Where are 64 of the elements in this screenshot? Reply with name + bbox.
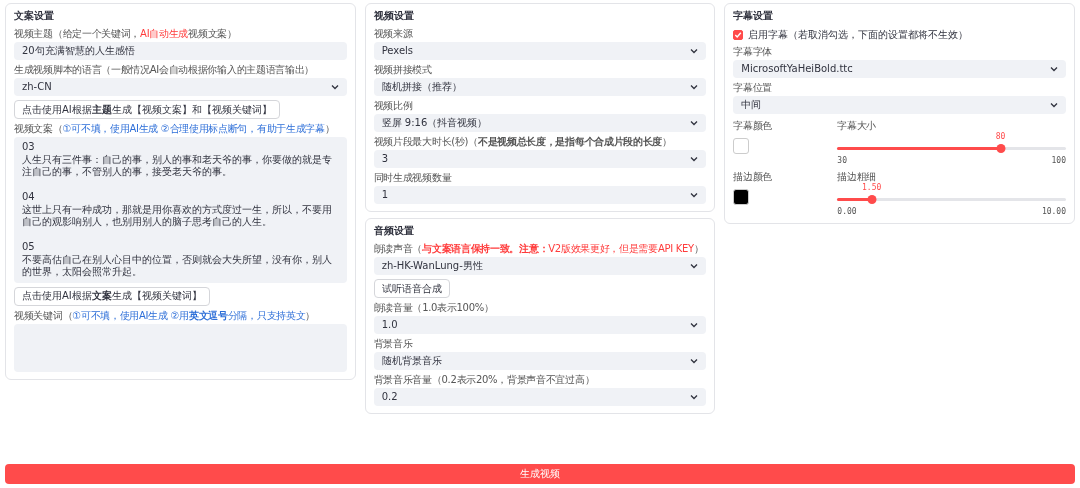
field-label: 背景音乐 (373, 338, 414, 350)
select-field[interactable]: 0.2 (373, 388, 707, 406)
slider-value: 1.50 (862, 183, 882, 192)
slider-thumb[interactable] (996, 144, 1006, 153)
field-label: 字幕颜色 (733, 120, 774, 132)
chevron-down-icon (690, 263, 699, 269)
chevron-down-icon (690, 84, 699, 90)
field-label: 视频来源 (373, 28, 414, 40)
slider-value: 80 (995, 132, 1006, 141)
field-label: 视频文案（①可不填，使用AI生成 ②合理使用标点断句，有助于生成字幕） (14, 123, 336, 135)
checkbox-label: 启用字幕（若取消勾选，下面的设置都将不生效） (748, 28, 969, 42)
select-field[interactable]: 随机拼接（推荐） (373, 78, 707, 96)
select-field[interactable]: 1.0 (373, 316, 707, 334)
action-button[interactable]: 点击使用AI根据文案生成【视频关键词】 (14, 286, 210, 306)
chevron-down-icon (690, 192, 699, 198)
slider-min: 30 (837, 156, 847, 165)
field-label: 视频关键词（①可不填，使用AI生成 ②用英文逗号分隔，只支持英文） (14, 309, 317, 322)
select-field[interactable]: 随机背景音乐 (373, 352, 707, 370)
chevron-down-icon (690, 358, 699, 364)
select-field[interactable]: 3 (373, 150, 707, 168)
select-field[interactable]: 中间 (733, 96, 1066, 114)
action-button[interactable]: 试听语音合成 (373, 279, 450, 298)
slider-min: 0.00 (837, 207, 857, 216)
select-field[interactable]: 竖屏 9:16（抖音视频） (373, 114, 707, 132)
field-label: 背景音乐音量（0.2表示20%，背景声音不宜过高） (373, 374, 596, 386)
field-label: 视频片段最大时长(秒)（不是视频总长度，是指每个合成片段的长度） (373, 136, 673, 148)
slider-max: 100 (1051, 156, 1066, 165)
field-label: 字幕大小 (837, 120, 878, 132)
card-title: 视频设置 (373, 9, 415, 23)
slider-max: 10.00 (1041, 207, 1066, 216)
field-label: 字幕位置 (733, 82, 774, 94)
card-title: 音频设置 (373, 224, 415, 238)
field-label: 朗读声音（与文案语言保持一致。注意：V2版效果更好，但是需要API KEY） (373, 243, 705, 255)
field-label: 视频比例 (373, 100, 414, 112)
select-field[interactable]: Pexels (373, 42, 707, 60)
chevron-down-icon (690, 322, 699, 328)
field-label: 同时生成视频数量 (373, 172, 453, 184)
field-label: 描边粗细 (837, 171, 878, 183)
chevron-down-icon (330, 84, 339, 90)
field-label: 字幕字体 (733, 46, 774, 58)
select-field[interactable]: zh-CN (14, 78, 347, 96)
field-label: 描边颜色 (733, 171, 774, 183)
select-field[interactable]: 1 (373, 186, 707, 204)
select-field[interactable]: zh-HK-WanLung-男性 (373, 257, 707, 275)
chevron-down-icon (690, 48, 699, 54)
chevron-down-icon (690, 394, 699, 400)
color-swatch[interactable] (733, 189, 750, 205)
chevron-down-icon (1050, 102, 1058, 108)
text-field[interactable]: 20句充满智慧的人生感悟 (14, 42, 347, 60)
checkbox[interactable] (733, 30, 744, 40)
color-swatch[interactable] (733, 138, 750, 154)
slider-thumb[interactable] (867, 195, 877, 204)
chevron-down-icon (1050, 66, 1058, 72)
field-label: 视频主题（给定一个关键词，AI自动生成视频文案） (14, 28, 238, 40)
field-label: 朗读音量（1.0表示100%） (373, 302, 495, 314)
chevron-down-icon (690, 156, 699, 162)
field-label: 生成视频脚本的语言（一般情况AI会自动根据你输入的主题语言输出） (14, 64, 316, 76)
card-title: 字幕设置 (733, 9, 775, 23)
field-label: 视频拼接模式 (373, 64, 433, 76)
action-button[interactable]: 点击使用AI根据主题生成【视频文案】和【视频关键词】 (14, 100, 280, 119)
card-title: 文案设置 (14, 9, 55, 23)
select-field[interactable]: MicrosoftYaHeiBold.ttc (733, 60, 1066, 78)
chevron-down-icon (690, 120, 699, 126)
textarea-field[interactable]: 03 人生只有三件事：自己的事，别人的事和老天爷的事，你要做的就是专注自己的事，不管别人的事，接受老天爷的事。 04 这世上只有一种成功，那就是用你喜欢的方式度过一生，所以，不要用自己的观影响别人，也别用别人的脑子思考自己的人生。 05 不要高估自己在别人心目中的位置，否则就会大失所望，没有你，别人的世界，太阳会照常升起。 (14, 137, 347, 283)
